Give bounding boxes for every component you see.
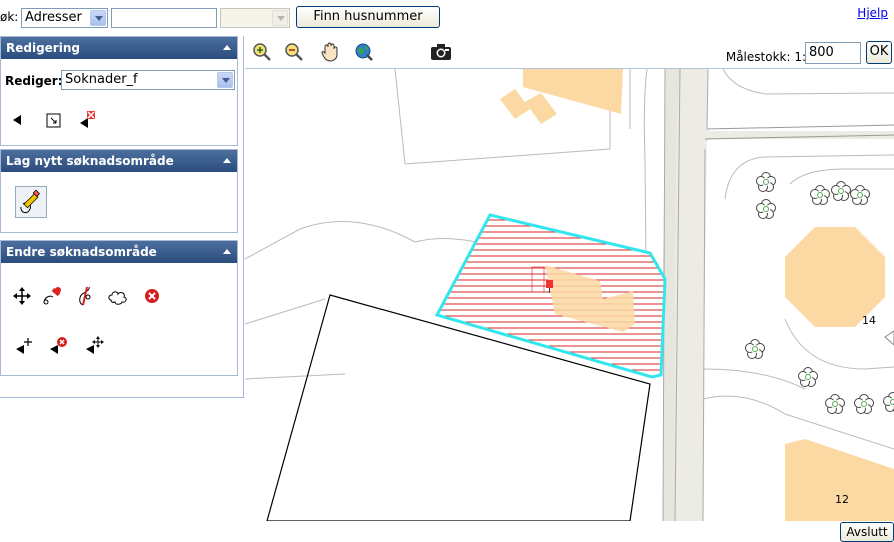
pan-hand-icon[interactable] [319, 41, 341, 63]
select-arrow-icon[interactable] [7, 109, 29, 131]
search-label: øk: [0, 10, 19, 24]
scale-ok-button[interactable]: OK [866, 41, 892, 64]
left-panel: Redigering Rediger: Soknader_f Lag nytt … [0, 36, 244, 398]
panel-lag-nytt-header[interactable]: Lag nytt søknadsområde [1, 150, 237, 172]
search-input[interactable] [111, 8, 217, 28]
find-house-number-button[interactable]: Finn husnummer [296, 6, 440, 28]
delete-select-icon[interactable] [77, 109, 99, 131]
map-canvas: 14 12 [245, 69, 894, 521]
search-bar: øk: Adresser Finn husnummer Hjelp [0, 0, 894, 36]
select-box-icon[interactable] [43, 109, 65, 131]
edit-layer-select[interactable]: Soknader_f [61, 70, 235, 90]
delete-icon[interactable] [141, 285, 163, 307]
map-label-14: 14 [862, 314, 876, 327]
panel-title: Lag nytt søknadsområde [6, 154, 174, 168]
help-link[interactable]: Hjelp [857, 6, 888, 20]
panel-redigering-header[interactable]: Redigering [1, 37, 237, 59]
search-type-select[interactable]: Adresser [21, 8, 108, 28]
zoom-in-icon[interactable] [251, 41, 273, 63]
panel-endre-header[interactable]: Endre søknadsområde [1, 241, 237, 263]
edit-layer-value: Soknader_f [65, 72, 138, 87]
move-icon[interactable] [11, 285, 33, 307]
map-toolbar: Målestokk: 1: 800 OK [245, 36, 894, 69]
chevron-down-icon [272, 10, 288, 26]
map-view[interactable]: 14 12 [245, 69, 894, 522]
chevron-down-icon [90, 10, 106, 26]
map-label-12: 12 [835, 493, 849, 506]
zoom-out-icon[interactable] [283, 41, 305, 63]
draw-polygon-button[interactable] [15, 186, 47, 218]
delete-vertex-icon[interactable] [47, 335, 69, 357]
search-secondary-select[interactable] [220, 8, 290, 28]
collapse-icon[interactable] [223, 249, 231, 254]
draw-polygon-icon [20, 189, 41, 214]
panel-endre: Endre søknadsområde [0, 240, 238, 376]
panel-redigering: Redigering Rediger: Soknader_f [0, 36, 238, 146]
scale-input[interactable]: 800 [805, 42, 861, 64]
move-vertex-icon[interactable] [83, 335, 105, 357]
scale-label: Målestokk: 1: [725, 50, 806, 64]
reshape-icon[interactable] [41, 285, 63, 307]
search-type-value: Adresser [25, 10, 82, 25]
exit-button[interactable]: Avslutt [840, 522, 894, 542]
camera-icon[interactable] [429, 42, 453, 62]
panel-lag-nytt: Lag nytt søknadsområde [0, 149, 238, 233]
collapse-icon[interactable] [223, 158, 231, 163]
panel-title: Redigering [6, 41, 80, 55]
split-icon[interactable] [75, 285, 97, 307]
union-icon[interactable] [107, 285, 129, 307]
rediger-label: Rediger: [5, 74, 63, 88]
collapse-icon[interactable] [223, 45, 231, 50]
full-extent-globe-icon[interactable] [353, 41, 375, 63]
chevron-down-icon [217, 72, 233, 88]
add-vertex-icon[interactable] [13, 335, 35, 357]
panel-title: Endre søknadsområde [6, 245, 157, 259]
status-bar: Avslutt [0, 521, 894, 542]
